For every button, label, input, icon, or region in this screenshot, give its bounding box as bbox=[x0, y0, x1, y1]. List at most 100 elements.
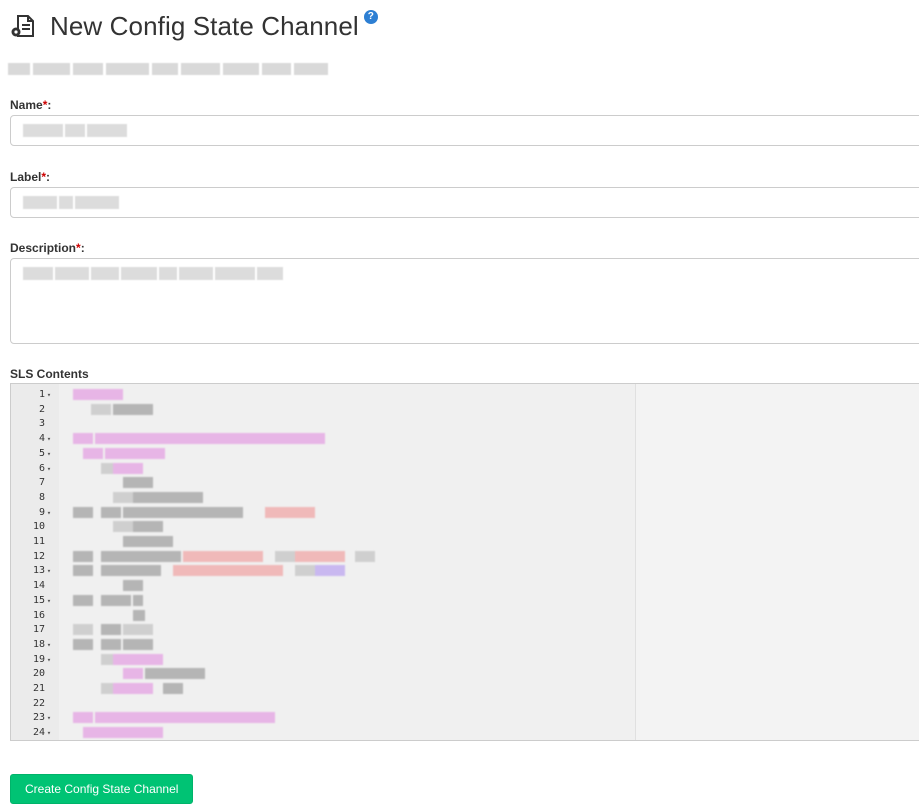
redacted-token bbox=[83, 447, 103, 459]
redacted-token bbox=[95, 433, 325, 445]
line-number: 6 ▾ bbox=[39, 461, 53, 476]
redacted-token bbox=[113, 521, 133, 533]
editor-right-pane bbox=[636, 384, 919, 740]
line-number: 1 ▾ bbox=[39, 387, 53, 402]
description-textarea[interactable] bbox=[10, 258, 919, 344]
line-number: 9 ▾ bbox=[39, 505, 53, 520]
label-input[interactable] bbox=[10, 187, 919, 218]
name-label: Name*: bbox=[10, 98, 52, 112]
redacted-token bbox=[73, 565, 93, 577]
line-number-text: 14 bbox=[32, 580, 45, 592]
redacted-token bbox=[275, 550, 295, 562]
redacted-token bbox=[123, 668, 143, 680]
redacted-token bbox=[123, 477, 153, 489]
redacted-token bbox=[73, 506, 93, 518]
line-number-text: 3 bbox=[38, 418, 45, 430]
help-icon[interactable]: ? bbox=[363, 10, 378, 24]
name-input[interactable] bbox=[10, 115, 919, 146]
line-number-text: 24 bbox=[32, 727, 45, 739]
line-number-text: 20 bbox=[32, 668, 45, 680]
line-number: 24 ▾ bbox=[33, 725, 53, 740]
redacted-token bbox=[73, 712, 93, 724]
redacted-token bbox=[113, 491, 133, 503]
line-number: 18 ▾ bbox=[33, 637, 53, 652]
page-header: New Config State Channel ? bbox=[10, 8, 378, 44]
redacted-token bbox=[355, 550, 375, 562]
line-number-gutter: 1 ▾ 2 3 4 ▾ 5 ▾ 6 ▾ 7 8 9 ▾ 10 11 12 13 ▾ 14 15 ▾ 16 17 18 ▾ 19 ▾ 20… bbox=[11, 384, 59, 740]
line-number-text: 16 bbox=[32, 609, 45, 621]
redacted-token bbox=[73, 594, 93, 606]
line-number-text: 19 bbox=[32, 653, 45, 665]
redacted-token bbox=[133, 594, 143, 606]
line-number-text: 2 bbox=[38, 403, 45, 415]
line-number-text: 8 bbox=[38, 491, 45, 503]
redacted-token bbox=[73, 389, 123, 400]
line-number: 19 ▾ bbox=[33, 652, 53, 667]
redacted-token bbox=[101, 624, 121, 636]
redacted-token bbox=[123, 536, 173, 547]
line-number: 20 bbox=[33, 666, 53, 681]
line-number: 4 ▾ bbox=[39, 431, 53, 446]
redacted-token bbox=[173, 565, 283, 577]
redacted-token bbox=[295, 565, 315, 577]
line-number: 16 bbox=[33, 608, 53, 623]
line-number: 17 bbox=[33, 622, 53, 637]
line-number-text: 7 bbox=[38, 477, 45, 489]
config-channel-icon bbox=[11, 15, 34, 37]
redacted-token bbox=[73, 433, 93, 445]
redacted-token bbox=[295, 550, 345, 562]
line-number: 15 ▾ bbox=[33, 593, 53, 608]
redacted-token bbox=[105, 447, 165, 459]
redacted-token bbox=[133, 491, 203, 503]
redacted-token bbox=[73, 638, 93, 650]
redacted-token bbox=[145, 668, 205, 680]
redacted-token bbox=[101, 506, 121, 518]
redacted-token bbox=[101, 550, 181, 562]
line-number: 22 bbox=[33, 696, 53, 711]
redacted-token bbox=[123, 506, 243, 518]
line-number-text: 10 bbox=[32, 521, 45, 533]
line-number: 10 bbox=[33, 519, 53, 534]
line-number: 11 bbox=[33, 534, 53, 549]
line-number-text: 18 bbox=[32, 638, 45, 650]
line-number: 7 bbox=[39, 475, 53, 490]
redacted-token bbox=[133, 521, 163, 533]
redacted-token bbox=[101, 565, 161, 577]
line-number: 13 ▾ bbox=[33, 563, 53, 578]
redacted-token bbox=[101, 594, 131, 606]
line-number: 2 bbox=[39, 402, 53, 417]
redacted-token bbox=[123, 624, 153, 636]
page-subtitle-redacted bbox=[8, 60, 328, 78]
line-number-text: 15 bbox=[32, 594, 45, 606]
line-number-text: 11 bbox=[32, 536, 45, 547]
line-number-text: 22 bbox=[32, 697, 45, 709]
redacted-token bbox=[95, 712, 275, 724]
redacted-token bbox=[315, 565, 345, 577]
redacted-token bbox=[101, 638, 121, 650]
redacted-token bbox=[123, 638, 153, 650]
line-number: 8 bbox=[39, 490, 53, 505]
line-number: 14 bbox=[33, 578, 53, 593]
line-number-text: 21 bbox=[32, 683, 45, 694]
redacted-token bbox=[113, 403, 153, 415]
label-label: Label*: bbox=[10, 170, 51, 184]
line-number: 3 bbox=[39, 416, 53, 431]
redacted-token bbox=[113, 462, 143, 474]
redacted-token bbox=[91, 403, 111, 415]
line-number: 21 bbox=[33, 681, 53, 696]
page-title: New Config State Channel bbox=[50, 10, 359, 41]
redacted-token bbox=[83, 727, 163, 739]
redacted-token bbox=[73, 550, 93, 562]
fold-toggle-icon[interactable]: ▾ bbox=[45, 726, 53, 740]
description-label: Description*: bbox=[10, 241, 85, 255]
sls-contents-label: SLS Contents bbox=[10, 367, 89, 381]
redacted-token bbox=[123, 580, 143, 592]
create-config-state-channel-button[interactable]: Create Config State Channel bbox=[10, 774, 194, 804]
line-number: 5 ▾ bbox=[39, 446, 53, 461]
redacted-token bbox=[113, 683, 153, 694]
line-number-text: 12 bbox=[32, 550, 45, 562]
line-number-text: 17 bbox=[32, 624, 45, 636]
sls-code-editor[interactable]: 1 ▾ 2 3 4 ▾ 5 ▾ 6 ▾ 7 8 9 ▾ 10 11 12 13 ▾ 14 15 ▾ 16 17 18 ▾ 19 ▾ 20… bbox=[10, 383, 919, 741]
redacted-token bbox=[183, 550, 263, 562]
line-number-text: 13 bbox=[32, 565, 45, 577]
